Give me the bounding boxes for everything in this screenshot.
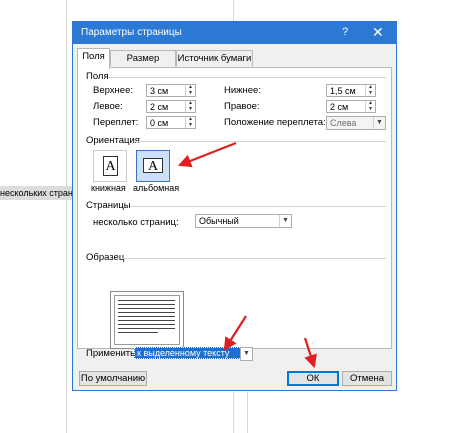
arrow-to-apply-select [223, 315, 247, 351]
annotation-arrows [177, 141, 317, 369]
arrow-to-landscape [177, 141, 237, 168]
tab-margins[interactable]: Поля [77, 48, 110, 69]
arrow-to-ok-button [303, 337, 317, 369]
